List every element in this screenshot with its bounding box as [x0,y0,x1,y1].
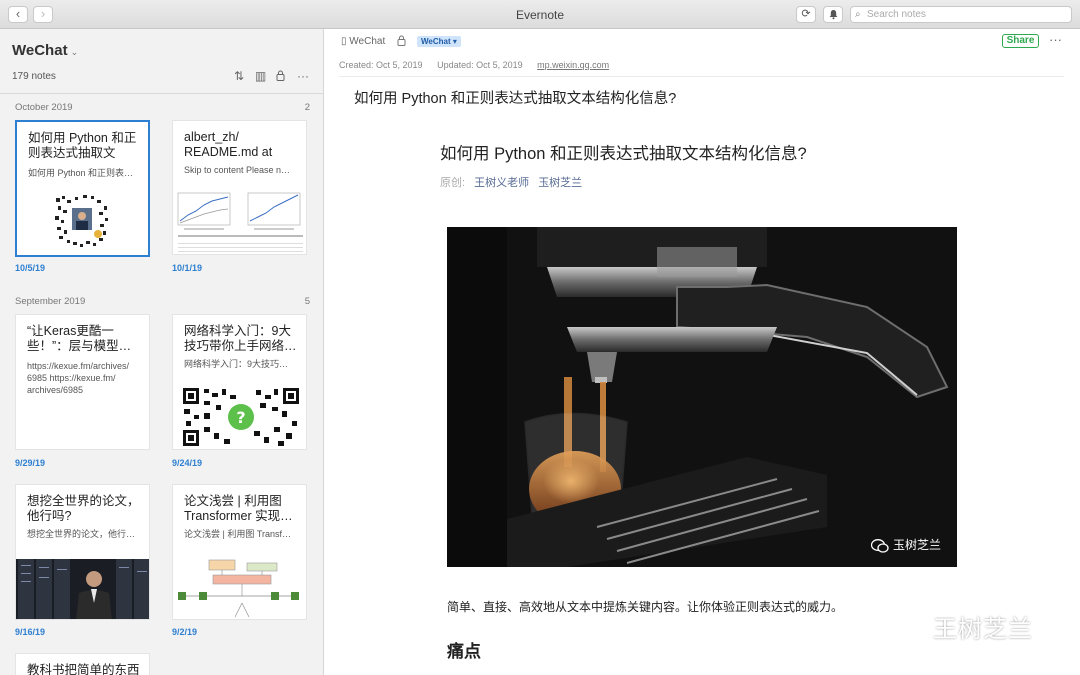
note-card-date: 9/16/19 [15,627,46,637]
thumbnail-caption: · [31,252,34,257]
search-input[interactable]: ⌕ Search notes [850,6,1072,23]
note-card-snippet: 如何用 Python 和正则表… [28,168,134,178]
created-date: Created: Oct 5, 2019 [339,60,423,70]
note-count: 179 notes [12,71,56,82]
note-card[interactable]: 想挖全世界的论文，他行吗? 想挖全世界的论文，他行… [15,484,150,620]
note-card-date: 10/1/19 [172,263,203,273]
sort-icon: ⇅ [234,69,245,83]
note-metadata: Created: Oct 5, 2019 Updated: Oct 5, 201… [339,60,609,70]
note-tag[interactable]: WeChat ▾ [417,36,461,47]
tag-label: WeChat [421,37,451,46]
sort-button[interactable]: ⇅ [234,69,244,83]
breadcrumb-notebook: WeChat [349,36,386,47]
image-watermark-text: 玉树芝兰 [892,538,941,552]
month-count: 2 [304,102,310,113]
paper-charts-thumbnail [174,187,306,254]
view-icon: ▥ [255,69,267,83]
note-card[interactable]: albert_zh/ README.md at ma… Skip to cont… [172,120,307,255]
note-card-snippet: Skip to content Please n… [184,165,291,175]
article-hero-image: 玉树芝兰 [447,227,957,567]
note-card-snippet: 论文浅尝 | 利用图 Transf… [184,529,292,539]
server-room-thumbnail [16,559,149,619]
note-card[interactable]: 网络科学入门：9大技巧带你上手网络… 网络科学入门：9大技巧… ? [172,314,307,450]
share-button[interactable]: Share [1002,34,1039,48]
note-card-title: albert_zh/ README.md at ma… [184,130,273,159]
source-url-link[interactable]: mp.weixin.qq.com [537,60,609,70]
search-placeholder: Search notes [867,9,926,20]
more-options-button[interactable]: ··· [297,69,309,83]
note-list-panel: WeChat ⌄ 179 notes ⇅ ▥ ··· October 2019 2… [0,29,324,675]
svg-text:?: ? [236,408,245,427]
sync-icon: ⟳ [801,8,811,20]
article-byline: 原创: 王树义老师 玉树芝兰 [440,174,582,190]
model-diagram-thumbnail [175,557,305,619]
notebook-name: WeChat [12,42,68,59]
note-card-title: 教科书把简单的东西 [27,663,140,675]
lock-icon [276,70,285,84]
month-header: September 2019 [15,296,86,307]
chevron-down-icon: ⌄ [70,47,79,57]
note-card-title: 如何用 Python 和正则表达式抽取文本… [28,131,137,160]
qr-code-thumbnail: ? [182,387,300,447]
note-card-snippet: https://kexue.fm/archives/ 6985 https://… [27,361,130,395]
month-header: October 2019 [15,102,73,113]
search-icon: ⌕ [855,9,861,20]
note-card-date: 9/24/19 [172,458,203,468]
notifications-button[interactable] [823,6,843,23]
note-card-date: 9/2/19 [172,627,198,637]
month-count: 5 [304,296,310,307]
title-bar: ‹ › Evernote ⟳ ⌕ Search notes [0,0,1080,29]
note-editor: ▯ WeChat WeChat ▾ Share ··· Created: Oct… [325,29,1080,675]
sync-button[interactable]: ⟳ [796,6,816,23]
espresso-machine-illustration [447,227,957,567]
divider [0,93,323,94]
divider [339,76,1064,77]
article-title: 如何用 Python 和正则表达式抽取文本结构化信息? [440,145,807,163]
note-card-title: “让Keras更酷一些！”：层与模型… [27,324,132,353]
note-card-title: 论文浅尝 | 利用图 Transformer 实现… [184,494,293,523]
byline-label: 原创: [440,177,466,189]
account-link[interactable]: 玉树芝兰 [538,177,582,189]
author-link[interactable]: 王树义老师 [474,177,529,189]
note-card-date: 10/5/19 [15,263,46,273]
note-notebook-breadcrumb[interactable]: ▯ WeChat [341,36,385,47]
notebook-selector[interactable]: WeChat ⌄ [12,42,78,59]
image-watermark: 玉树芝兰 [870,536,941,553]
more-icon: ··· [297,69,309,83]
article-heading: 痛点 [447,642,481,661]
note-card-date: 9/29/19 [15,458,46,468]
note-card[interactable]: 如何用 Python 和正则表达式抽取文本… 如何用 Python 和正则表… … [15,120,150,257]
lock-button[interactable] [276,70,285,84]
updated-date: Updated: Oct 5, 2019 [437,60,523,70]
qr-portrait-thumbnail [53,192,111,250]
wechat-icon [870,538,889,553]
note-card[interactable]: “让Keras更酷一些！”：层与模型… https://kexue.fm/arc… [15,314,150,450]
page-watermark-text: 王树芝兰 [933,616,1033,643]
note-card-title: 想挖全世界的论文，他行吗? [27,494,140,523]
page-watermark: 王树芝兰 [895,609,1033,644]
view-options-button[interactable]: ▥ [255,69,266,83]
note-card-snippet: 想挖全世界的论文，他行… [27,529,136,539]
note-card-snippet: 网络科学入门：9大技巧… [184,359,289,369]
note-more-button[interactable]: ··· [1049,32,1062,47]
wechat-watermark-icon [895,618,929,644]
article-lead: 简单、直接、高效地从文本中提炼关键内容。让你体验正则表达式的威力。 [447,600,844,614]
note-card-title: 网络科学入门：9大技巧带你上手网络… [184,324,297,353]
note-title[interactable]: 如何用 Python 和正则表达式抽取文本结构化信息? [354,87,676,108]
note-card[interactable]: 教科书把简单的东西 [15,653,150,675]
tag-icon[interactable] [397,35,406,49]
bell-icon [829,10,837,20]
note-card[interactable]: 论文浅尝 | 利用图 Transformer 实现… 论文浅尝 | 利用图 Tr… [172,484,307,620]
chevron-down-icon: ▾ [452,37,457,46]
